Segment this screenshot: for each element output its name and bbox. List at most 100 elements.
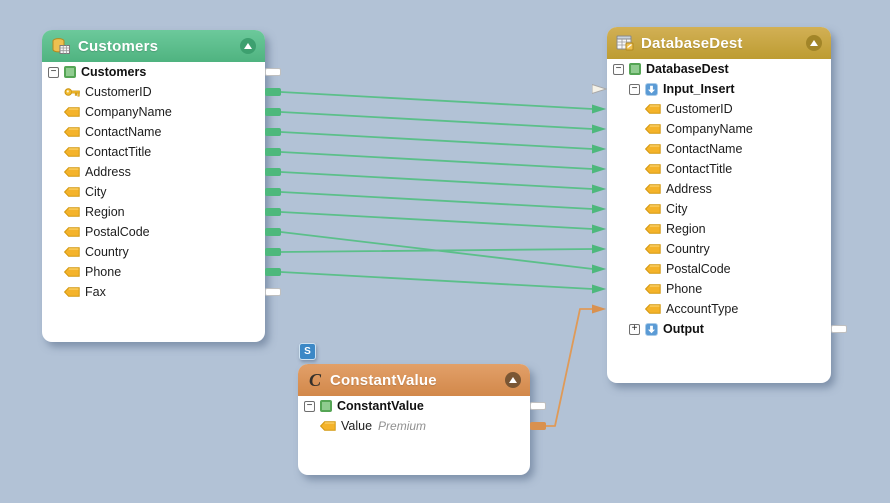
field-label: Fax	[85, 285, 106, 299]
field-row-region[interactable]: Region	[607, 219, 831, 239]
output-connector[interactable]	[831, 325, 847, 333]
field-row-phone[interactable]: Phone	[42, 262, 265, 282]
field-label: City	[666, 202, 688, 216]
field-tag-icon	[64, 207, 80, 217]
input-connector-arrow[interactable]	[592, 163, 607, 175]
input-connector-arrow[interactable]	[592, 143, 607, 155]
field-row-contacttitle[interactable]: ContactTitle	[607, 159, 831, 179]
field-row-value[interactable]: ValuePremium	[298, 416, 530, 436]
collapse-component-button[interactable]	[806, 35, 822, 51]
field-row-customerid[interactable]: CustomerID	[607, 99, 831, 119]
field-label: CompanyName	[85, 105, 172, 119]
output-connector[interactable]	[530, 402, 546, 410]
field-tag-icon	[645, 124, 661, 134]
output-connector[interactable]	[265, 248, 281, 256]
component-customers-header[interactable]: Customers	[42, 30, 265, 62]
component-title: Customers	[78, 38, 233, 55]
output-connector[interactable]	[265, 108, 281, 116]
output-connector[interactable]	[265, 148, 281, 156]
collapse-toggle[interactable]: −	[613, 64, 624, 75]
field-row-fax[interactable]: Fax	[42, 282, 265, 302]
field-row-region[interactable]: Region	[42, 202, 265, 222]
output-connector[interactable]	[265, 208, 281, 216]
field-tag-icon	[645, 284, 661, 294]
field-tag-icon	[645, 264, 661, 274]
field-row-input_insert[interactable]: −Input_Insert	[607, 79, 831, 99]
input-connector-arrow[interactable]	[592, 303, 607, 315]
field-row-postalcode[interactable]: PostalCode	[42, 222, 265, 242]
input-connector-arrow[interactable]	[592, 103, 607, 115]
field-row-country[interactable]: Country	[42, 242, 265, 262]
field-label: ContactTitle	[85, 145, 151, 159]
field-row-contacttitle[interactable]: ContactTitle	[42, 142, 265, 162]
field-tag-icon	[64, 247, 80, 257]
field-row-address[interactable]: Address	[42, 162, 265, 182]
field-row-contactname[interactable]: ContactName	[42, 122, 265, 142]
field-label: ContactName	[666, 142, 742, 156]
mapping-canvas: Customers −Customers CustomerID CompanyNam…	[0, 0, 890, 503]
field-label: CompanyName	[666, 122, 753, 136]
field-label: CustomerID	[85, 85, 152, 99]
field-tag-icon	[645, 304, 661, 314]
expand-toggle[interactable]: +	[629, 324, 640, 335]
output-connector[interactable]	[265, 168, 281, 176]
field-row-output[interactable]: +Output	[607, 319, 831, 339]
field-label: AccountType	[666, 302, 738, 316]
field-row-customers[interactable]: −Customers	[42, 62, 265, 82]
collapse-component-button[interactable]	[240, 38, 256, 54]
output-connector[interactable]	[265, 128, 281, 136]
field-tag-icon	[645, 104, 661, 114]
component-constantvalue[interactable]: S C ConstantValue −ConstantValueValuePre…	[298, 364, 530, 475]
field-row-country[interactable]: Country	[607, 239, 831, 259]
field-row-phone[interactable]: Phone	[607, 279, 831, 299]
field-tag-icon	[64, 167, 80, 177]
component-title: ConstantValue	[330, 372, 498, 389]
collapse-toggle[interactable]: −	[629, 84, 640, 95]
output-connector[interactable]	[265, 188, 281, 196]
field-row-address[interactable]: Address	[607, 179, 831, 199]
input-connector-arrow[interactable]	[592, 243, 607, 255]
field-label: Phone	[666, 282, 702, 296]
input-connector-arrow[interactable]	[592, 123, 607, 135]
output-connector[interactable]	[530, 422, 546, 430]
input-connector-arrow[interactable]	[592, 203, 607, 215]
component-databasedest-header[interactable]: DatabaseDest	[607, 27, 831, 59]
output-connector[interactable]	[265, 288, 281, 296]
field-label: Region	[666, 222, 706, 236]
input-connector-arrow[interactable]	[592, 263, 607, 275]
field-row-customerid[interactable]: CustomerID	[42, 82, 265, 102]
field-row-companyname[interactable]: CompanyName	[607, 119, 831, 139]
output-connector[interactable]	[265, 228, 281, 236]
component-constantvalue-header[interactable]: C ConstantValue	[298, 364, 530, 396]
field-tag-icon	[645, 204, 661, 214]
field-row-constantvalue[interactable]: −ConstantValue	[298, 396, 530, 416]
field-label: PostalCode	[666, 262, 731, 276]
input-connector-arrow[interactable]	[592, 283, 607, 295]
input-connector-arrow[interactable]	[592, 183, 607, 195]
collapse-toggle[interactable]: −	[48, 67, 59, 78]
field-tag-icon	[64, 147, 80, 157]
field-row-accounttype[interactable]: AccountType	[607, 299, 831, 319]
field-row-postalcode[interactable]: PostalCode	[607, 259, 831, 279]
element-icon	[64, 66, 76, 78]
field-row-databasedest[interactable]: −DatabaseDest	[607, 59, 831, 79]
field-label: ContactTitle	[666, 162, 732, 176]
output-connector[interactable]	[265, 88, 281, 96]
output-connector[interactable]	[265, 68, 281, 76]
database-table-icon	[51, 38, 71, 55]
output-connector[interactable]	[265, 268, 281, 276]
field-row-city[interactable]: City	[607, 199, 831, 219]
input-connector-arrow[interactable]	[592, 83, 607, 95]
constant-icon: C	[307, 371, 323, 389]
field-row-contactname[interactable]: ContactName	[607, 139, 831, 159]
field-row-city[interactable]: City	[42, 182, 265, 202]
component-customers[interactable]: Customers −Customers CustomerID CompanyNam…	[42, 30, 265, 342]
field-row-companyname[interactable]: CompanyName	[42, 102, 265, 122]
collapse-toggle[interactable]: −	[304, 401, 315, 412]
collapse-component-button[interactable]	[505, 372, 521, 388]
field-tag-icon	[64, 107, 80, 117]
element-icon	[629, 63, 641, 75]
component-databasedest[interactable]: DatabaseDest −DatabaseDest−Input_InsertC…	[607, 27, 831, 383]
field-tag-icon	[645, 224, 661, 234]
input-connector-arrow[interactable]	[592, 223, 607, 235]
